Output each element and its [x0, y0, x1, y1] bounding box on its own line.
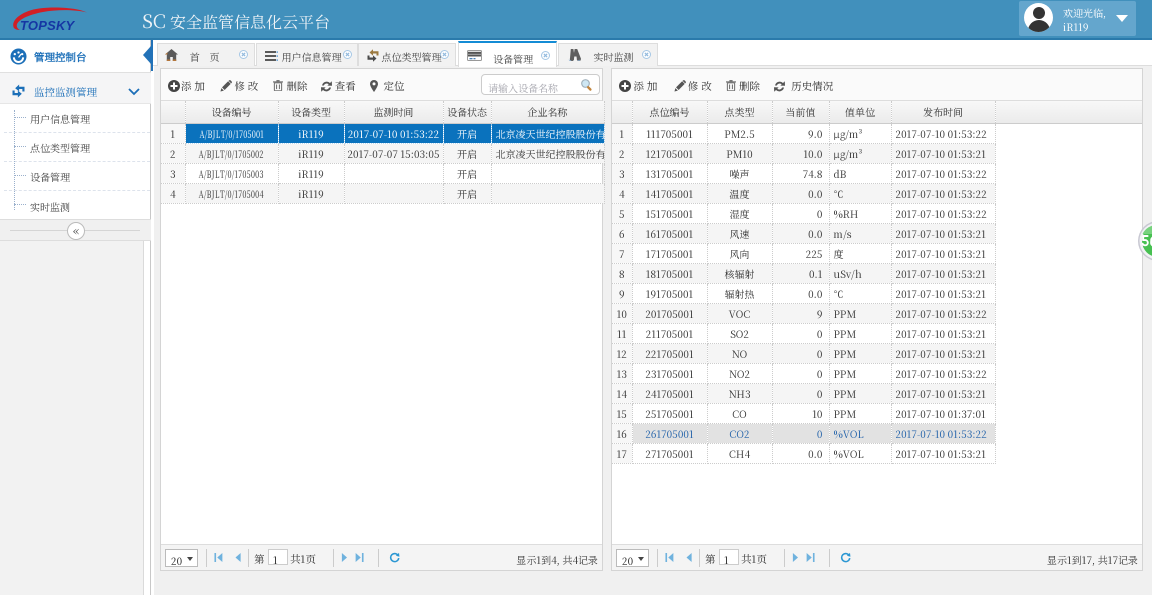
svg-text:TOPSKY: TOPSKY: [20, 18, 76, 33]
